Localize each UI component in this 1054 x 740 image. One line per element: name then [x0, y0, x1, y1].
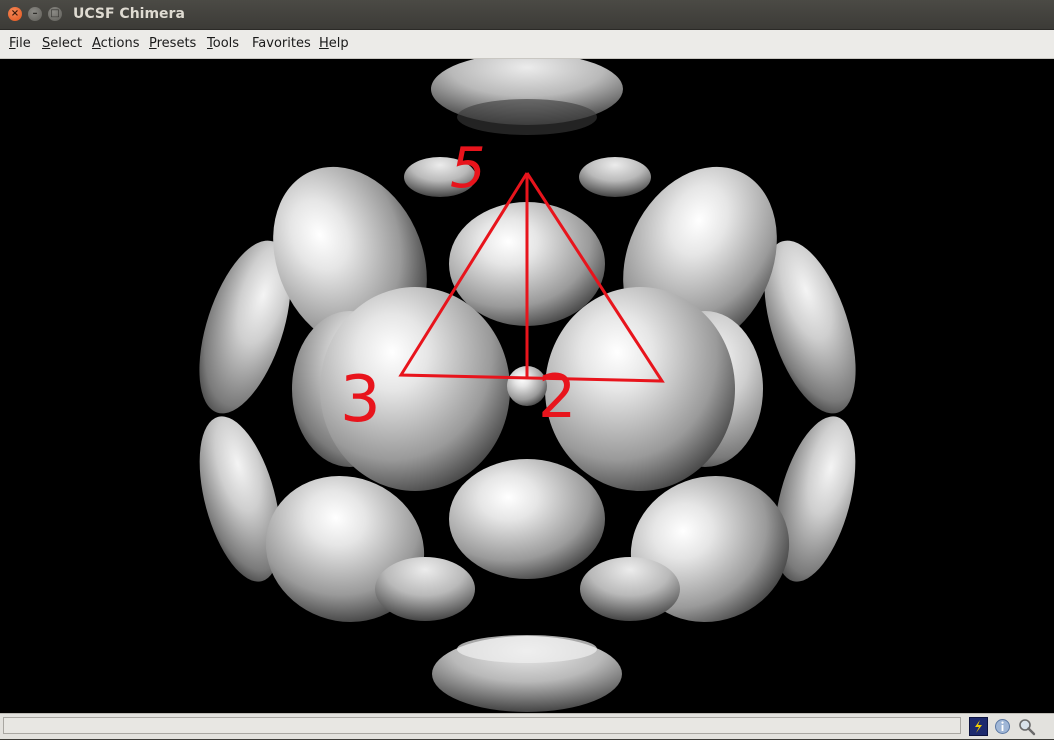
graphics-viewport[interactable]: 5 3 2 — [0, 59, 1054, 713]
menu-favorites[interactable]: Favorites — [252, 36, 311, 51]
menu-favorites-label: Favorites — [252, 36, 311, 51]
info-icon[interactable] — [993, 717, 1012, 736]
status-message-field — [3, 717, 961, 734]
annotation-label-2: 2 — [538, 362, 576, 432]
menu-presets-label-rest: resets — [156, 36, 197, 51]
menu-actions[interactable]: Actions — [92, 36, 140, 51]
window-title: UCSF Chimera — [73, 6, 185, 22]
command-line-icon[interactable] — [969, 717, 988, 736]
menu-select-label-rest: elect — [50, 36, 83, 51]
menu-presets[interactable]: Presets — [149, 36, 196, 51]
menu-file-label-rest: ile — [15, 36, 31, 51]
title-bar: × – □ UCSF Chimera — [0, 0, 1054, 30]
menu-tools-label-rest: ools — [212, 36, 240, 51]
chimera-window: × – □ UCSF Chimera File Select Actions P… — [0, 0, 1054, 739]
menu-select[interactable]: Select — [42, 36, 82, 51]
status-bar — [0, 713, 1054, 739]
density-blob-center-bottom — [449, 459, 605, 579]
menu-tools[interactable]: Tools — [207, 36, 239, 51]
annotation-label-3: 3 — [340, 363, 381, 437]
menu-bar: File Select Actions Presets Tools Favori… — [0, 30, 1054, 59]
search-icon[interactable] — [1017, 717, 1036, 736]
molecule-render: 5 3 2 — [199, 59, 856, 712]
menu-file[interactable]: File — [9, 36, 31, 51]
annotation-label-5: 5 — [450, 136, 486, 201]
menu-actions-mnemonic: A — [92, 36, 101, 51]
menu-help[interactable]: Help — [319, 36, 349, 51]
menu-actions-label-rest: ctions — [100, 36, 140, 51]
close-window-button[interactable]: × — [8, 7, 22, 21]
maximize-window-button[interactable]: □ — [48, 7, 62, 21]
menu-help-label-rest: elp — [328, 36, 349, 51]
density-blob-top — [431, 59, 623, 135]
density-blob-bottom — [432, 635, 622, 712]
minimize-window-button[interactable]: – — [28, 7, 42, 21]
menu-help-mnemonic: H — [319, 36, 329, 51]
menu-presets-mnemonic: P — [149, 36, 157, 51]
